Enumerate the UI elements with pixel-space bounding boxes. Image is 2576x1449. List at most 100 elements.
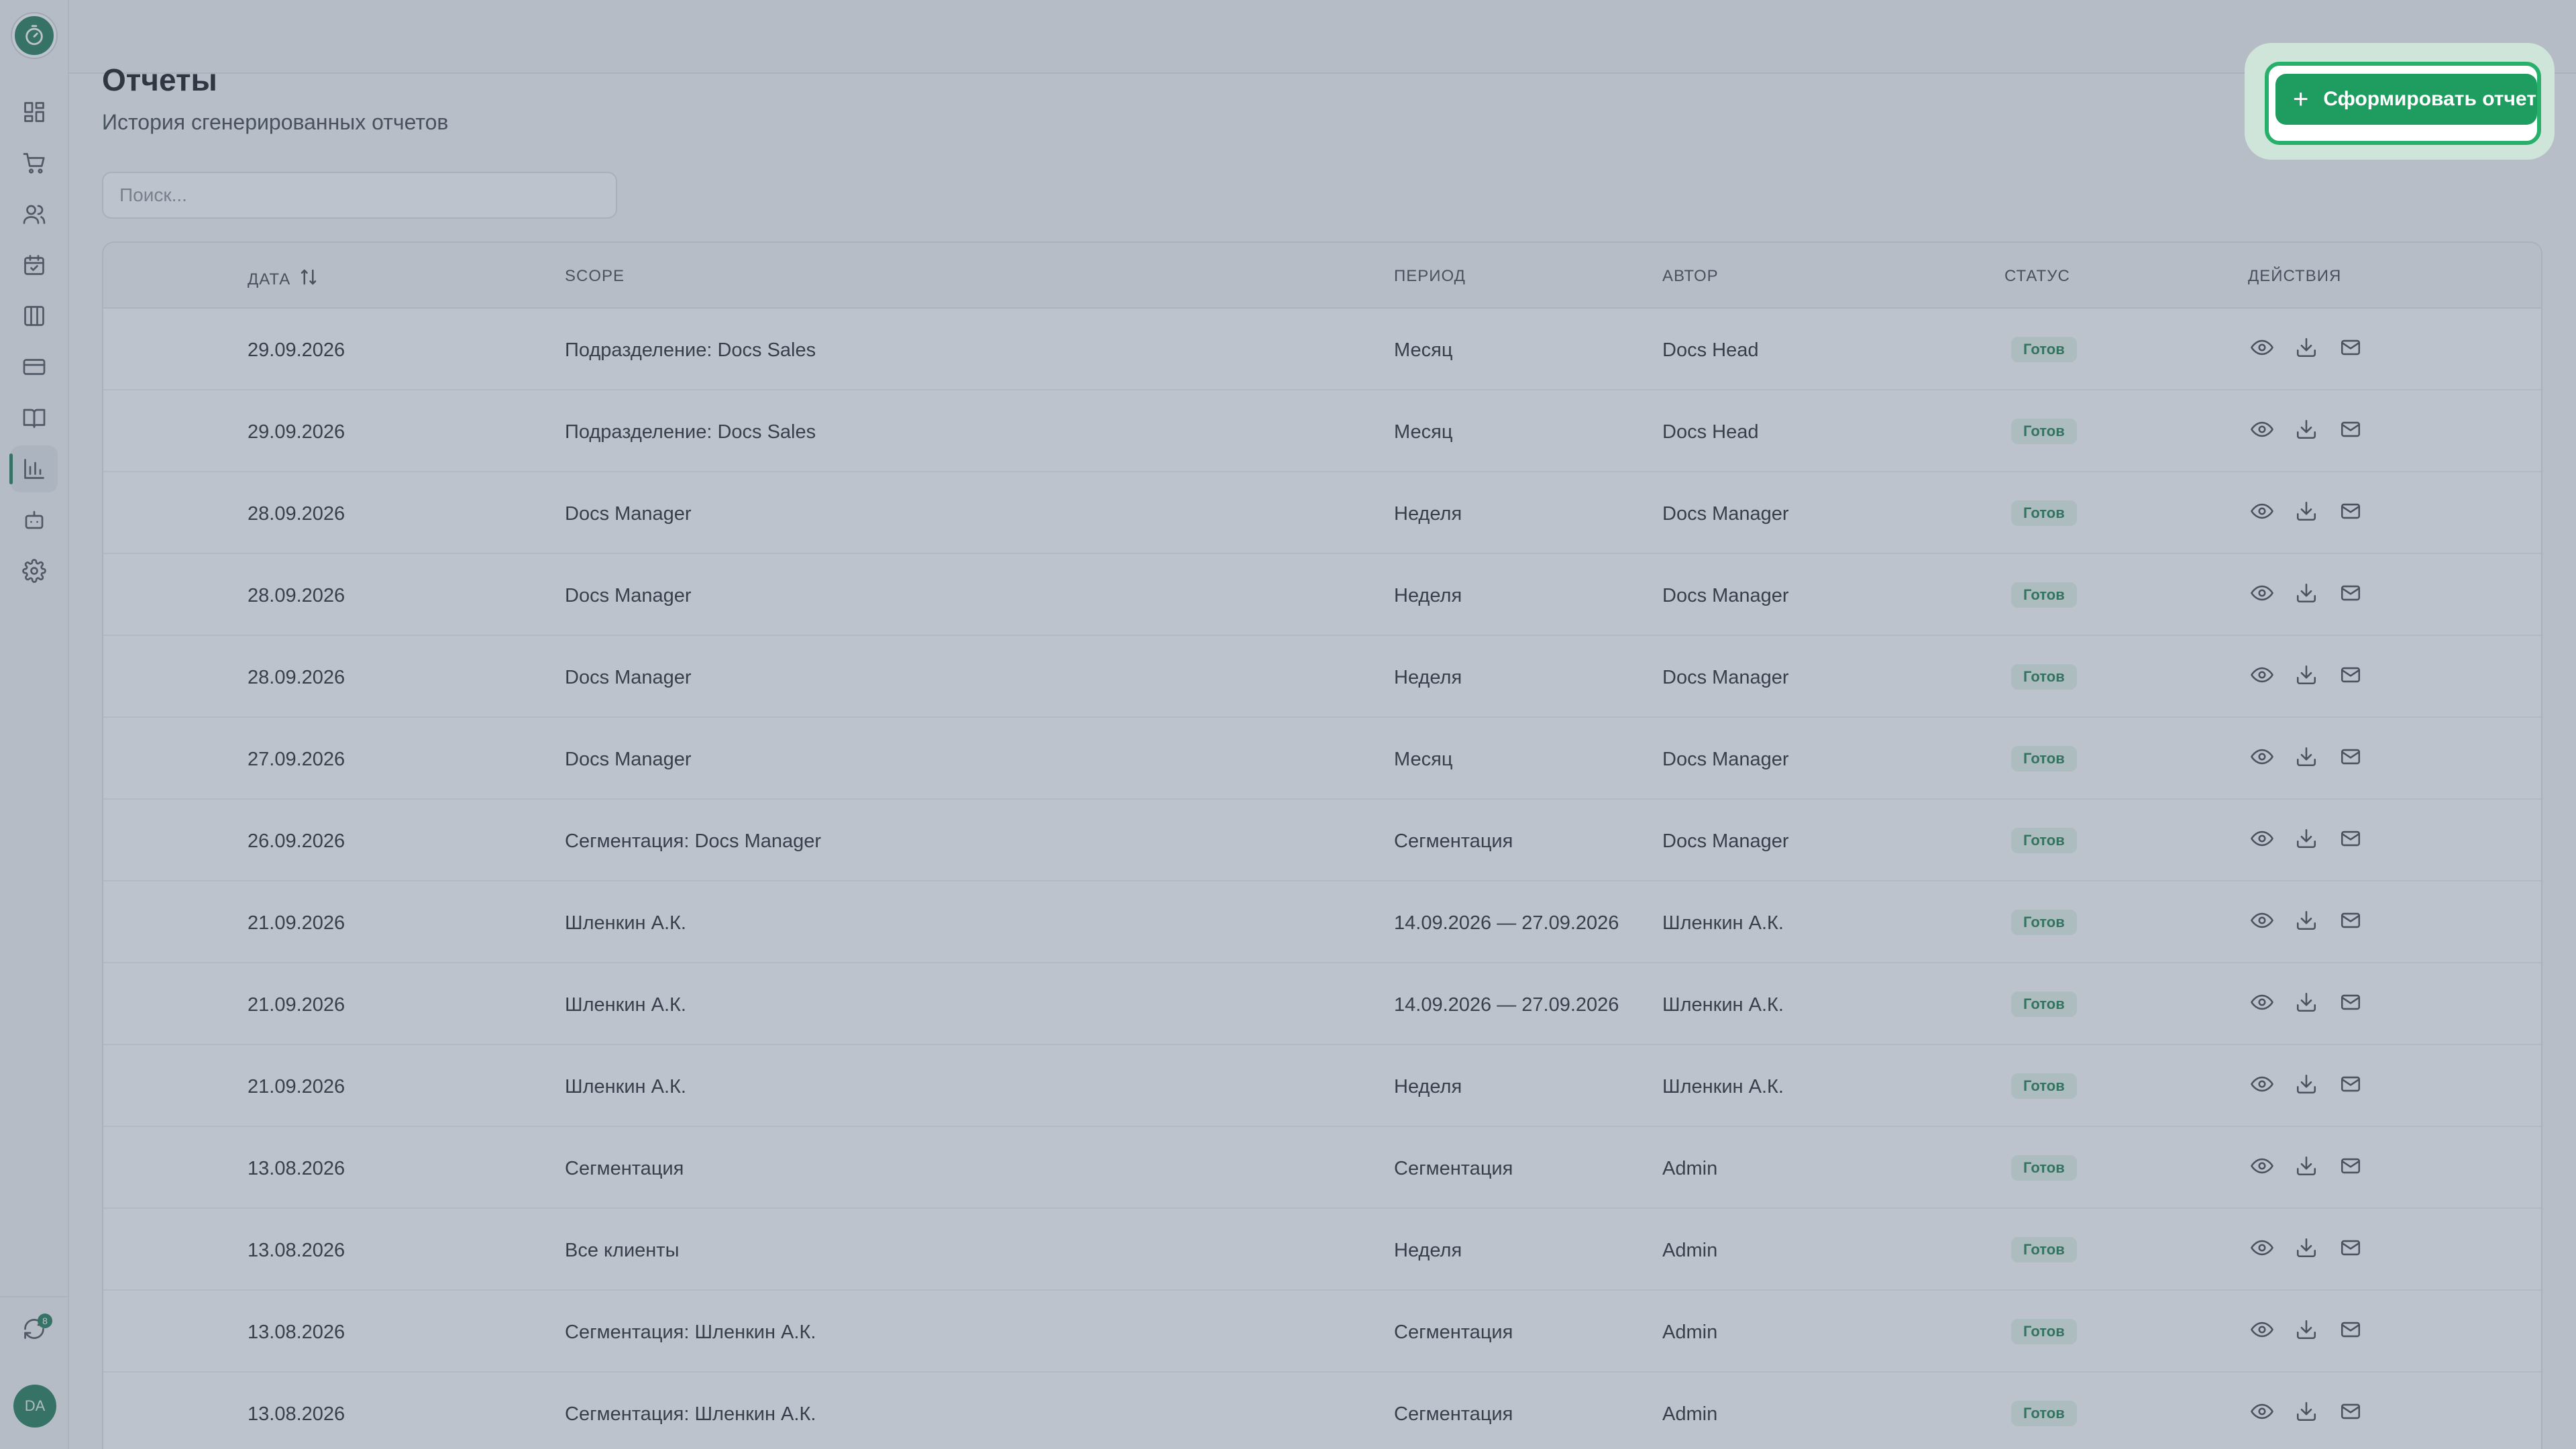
eye-icon[interactable] <box>2250 335 2274 360</box>
sidebar-item-knowledge[interactable] <box>11 394 58 441</box>
cell-period: Месяц <box>1394 749 1453 770</box>
sidebar-item-dashboard[interactable] <box>11 89 58 136</box>
download-icon[interactable] <box>2294 745 2318 769</box>
sidebar-item-orders[interactable] <box>11 140 58 186</box>
table-row[interactable]: 21.09.2026 Шленкин А.К. 14.09.2026 — 27.09… <box>103 963 2541 1045</box>
eye-icon[interactable] <box>2250 1399 2274 1424</box>
table-row[interactable]: 21.09.2026 Шленкин А.К. Неделя Шленкин А.К.… <box>103 1045 2541 1127</box>
mail-icon[interactable] <box>2339 1154 2363 1178</box>
status-badge: Готов <box>2011 500 2077 526</box>
sidebar-item-reports[interactable] <box>9 445 58 492</box>
download-icon[interactable] <box>2294 335 2318 360</box>
table-row[interactable]: 21.09.2026 Шленкин А.К. 14.09.2026 — 27.09… <box>103 881 2541 963</box>
mail-icon[interactable] <box>2339 581 2363 605</box>
download-icon[interactable] <box>2294 417 2318 441</box>
eye-icon[interactable] <box>2250 1236 2274 1260</box>
table-row[interactable]: 29.09.2026 Подразделение: Docs Sales Месяц… <box>103 309 2541 390</box>
download-icon[interactable] <box>2294 990 2318 1014</box>
mail-icon[interactable] <box>2339 335 2363 360</box>
mail-icon[interactable] <box>2339 1318 2363 1342</box>
cell-author: Admin <box>1662 1240 1718 1261</box>
sync-button[interactable] <box>11 1305 58 1352</box>
users-icon <box>23 205 46 224</box>
download-icon[interactable] <box>2294 499 2318 523</box>
download-icon[interactable] <box>2294 663 2318 687</box>
status-badge: Готов <box>2011 1319 2077 1344</box>
download-icon[interactable] <box>2294 908 2318 932</box>
mail-icon[interactable] <box>2339 663 2363 687</box>
cell-date: 28.09.2026 <box>248 667 345 688</box>
eye-icon[interactable] <box>2250 663 2274 687</box>
cell-scope: Сегментация: Docs Manager <box>565 830 822 852</box>
mail-icon[interactable] <box>2339 908 2363 932</box>
mail-icon[interactable] <box>2339 1399 2363 1424</box>
table-row[interactable]: 26.09.2026 Сегментация: Docs Manager Сегме… <box>103 800 2541 881</box>
eye-icon[interactable] <box>2250 1154 2274 1178</box>
sidebar-item-bots[interactable] <box>11 496 58 543</box>
cell-date: 13.08.2026 <box>248 1322 345 1343</box>
eye-icon[interactable] <box>2250 581 2274 605</box>
sidebar-item-clients[interactable] <box>11 191 58 237</box>
status-badge: Готов <box>2011 664 2077 690</box>
table-row[interactable]: 27.09.2026 Docs Manager Месяц Docs Manager Г… <box>103 718 2541 800</box>
table-row[interactable]: 28.09.2026 Docs Manager Неделя Docs Manager… <box>103 472 2541 554</box>
create-report-button[interactable]: + Сформировать отчет <box>2275 74 2537 125</box>
eye-icon[interactable] <box>2250 908 2274 932</box>
eye-icon[interactable] <box>2250 1072 2274 1096</box>
sidebar-item-calendar[interactable] <box>11 241 58 288</box>
cell-scope: Docs Manager <box>565 585 692 606</box>
mail-icon[interactable] <box>2339 1072 2363 1096</box>
download-icon[interactable] <box>2294 1236 2318 1260</box>
eye-icon[interactable] <box>2250 826 2274 851</box>
table-row[interactable]: 13.08.2026 Сегментация: Шленкин А.К. Сегме… <box>103 1373 2541 1449</box>
mail-icon[interactable] <box>2339 1236 2363 1260</box>
cell-author: Admin <box>1662 1158 1718 1179</box>
table-row[interactable]: 13.08.2026 Сегментация Сегментация Admin Гот… <box>103 1127 2541 1209</box>
download-icon[interactable] <box>2294 581 2318 605</box>
column-header-date[interactable]: ДАТА <box>248 267 319 292</box>
download-icon[interactable] <box>2294 826 2318 851</box>
table-row[interactable]: 28.09.2026 Docs Manager Неделя Docs Manager… <box>103 554 2541 636</box>
cell-scope: Все клиенты <box>565 1240 680 1261</box>
cell-period: Сегментация <box>1394 1322 1513 1343</box>
cell-author: Docs Head <box>1662 421 1759 443</box>
eye-icon[interactable] <box>2250 990 2274 1014</box>
cell-scope: Шленкин А.К. <box>565 912 686 934</box>
status-badge: Готов <box>2011 1073 2077 1099</box>
logo-icon[interactable] <box>12 13 56 58</box>
download-icon[interactable] <box>2294 1318 2318 1342</box>
table-row[interactable]: 28.09.2026 Docs Manager Неделя Docs Manager… <box>103 636 2541 718</box>
cell-scope: Подразделение: Docs Sales <box>565 421 816 443</box>
cell-period: Месяц <box>1394 421 1453 443</box>
eye-icon[interactable] <box>2250 417 2274 441</box>
sidebar-item-payments[interactable] <box>11 343 58 390</box>
eye-icon[interactable] <box>2250 1318 2274 1342</box>
cell-scope: Сегментация: Шленкин А.К. <box>565 1403 816 1425</box>
cell-date: 13.08.2026 <box>248 1158 345 1179</box>
table-row[interactable]: 29.09.2026 Подразделение: Docs Sales Месяц… <box>103 390 2541 472</box>
download-icon[interactable] <box>2294 1399 2318 1424</box>
mail-icon[interactable] <box>2339 990 2363 1014</box>
download-icon[interactable] <box>2294 1072 2318 1096</box>
mail-icon[interactable] <box>2339 499 2363 523</box>
mail-icon[interactable] <box>2339 417 2363 441</box>
eye-icon[interactable] <box>2250 745 2274 769</box>
avatar[interactable]: DA <box>13 1385 56 1428</box>
table-row[interactable]: 13.08.2026 Все клиенты Неделя Admin Готов <box>103 1209 2541 1291</box>
cell-author: Шленкин А.К. <box>1662 994 1784 1016</box>
cell-author: Docs Manager <box>1662 585 1789 606</box>
eye-icon[interactable] <box>2250 499 2274 523</box>
row-actions <box>2250 745 2363 769</box>
sort-icon[interactable] <box>299 267 319 292</box>
status-badge: Готов <box>2011 1155 2077 1181</box>
search-input[interactable] <box>102 172 617 219</box>
columns-icon <box>24 306 44 326</box>
download-icon[interactable] <box>2294 1154 2318 1178</box>
sidebar-item-settings[interactable] <box>11 547 58 594</box>
row-actions <box>2250 1072 2363 1096</box>
sidebar-item-board[interactable] <box>11 292 58 339</box>
mail-icon[interactable] <box>2339 745 2363 769</box>
mail-icon[interactable] <box>2339 826 2363 851</box>
table-row[interactable]: 13.08.2026 Сегментация: Шленкин А.К. Сегме… <box>103 1291 2541 1373</box>
bar-chart-icon <box>24 459 44 479</box>
